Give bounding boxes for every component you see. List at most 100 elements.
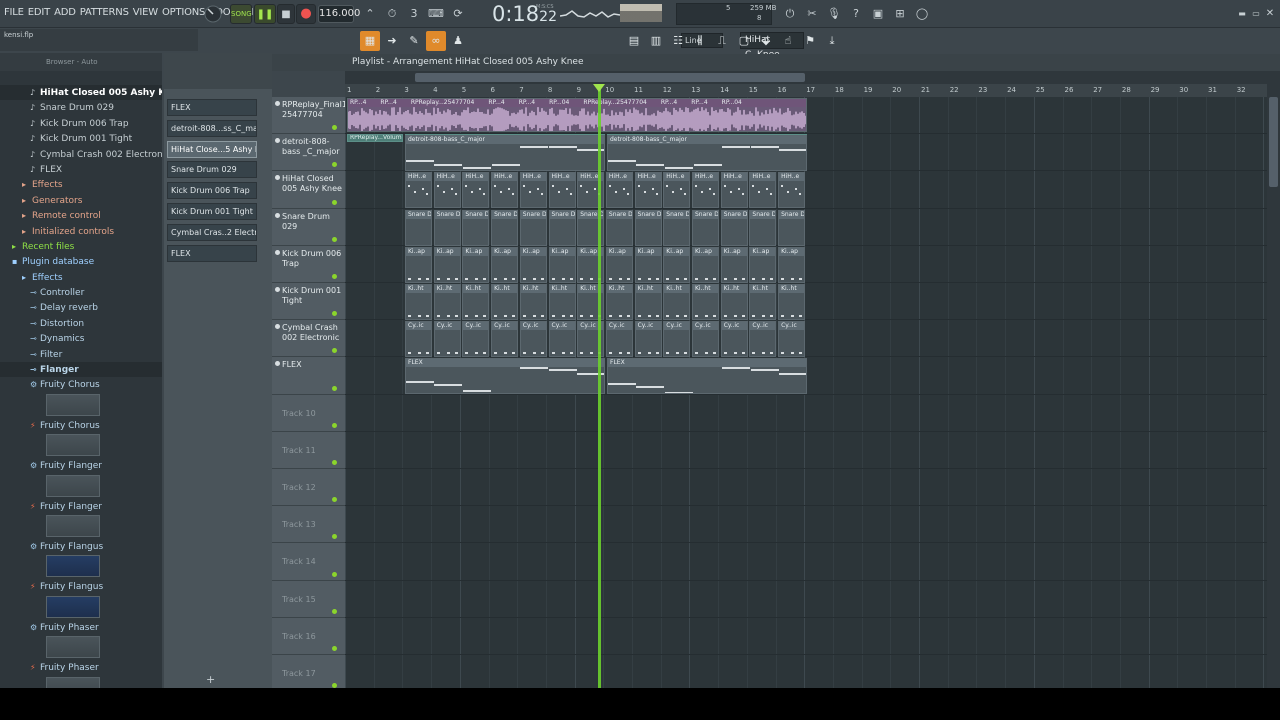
arrow-icon[interactable]: ➜: [382, 31, 402, 51]
track-row[interactable]: [345, 506, 1267, 544]
browser-item[interactable]: ▸ Recent files: [0, 239, 162, 254]
track-mute-led[interactable]: [332, 348, 337, 354]
browser-item[interactable]: ♪ HiHat Closed 005 Ashy Knee: [0, 85, 162, 101]
metronome-icon[interactable]: ⌃: [360, 4, 380, 24]
track-mute-led[interactable]: [332, 422, 337, 428]
pattern-clip[interactable]: HiH..e: [720, 172, 748, 209]
chat-icon[interactable]: ◯: [912, 4, 932, 24]
link-icon[interactable]: ∞: [426, 31, 446, 51]
pattern-clip[interactable]: detroit-808-bass_C_major: [405, 135, 605, 172]
minimize-icon[interactable]: ▬: [1236, 4, 1248, 24]
horizontal-scroller[interactable]: [345, 71, 1267, 84]
track-row[interactable]: [345, 469, 1267, 507]
vertical-scroller[interactable]: [1267, 71, 1280, 688]
fx-icon[interactable]: ⚑: [800, 31, 820, 51]
browser-item[interactable]: ⊸ Delay reverb: [0, 300, 162, 315]
pattern-clip[interactable]: Ki..ap: [405, 246, 432, 283]
track-mute-led[interactable]: [332, 199, 337, 205]
menu-edit[interactable]: EDIT: [28, 7, 50, 18]
track-row[interactable]: [345, 543, 1267, 581]
menu-add[interactable]: ADD: [54, 7, 76, 18]
pattern-clip[interactable]: HiH..e: [692, 172, 719, 209]
play-button[interactable]: ❚❚: [254, 4, 276, 24]
picker-add-icon[interactable]: +: [206, 673, 215, 686]
track-header[interactable]: Track 13: [272, 506, 345, 544]
pattern-clip[interactable]: Ki..ap: [692, 246, 719, 283]
playhead-marker[interactable]: [593, 84, 605, 92]
step-edit-icon[interactable]: ⌨: [426, 4, 446, 24]
track-header[interactable]: Kick Drum 006 Trap: [272, 246, 345, 283]
track-header[interactable]: HiHat Closed 005 Ashy Knee: [272, 171, 345, 209]
pattern-clip[interactable]: Cy..ic: [692, 321, 719, 358]
browser-item[interactable]: ▸ Generators: [0, 193, 162, 208]
tempo-display[interactable]: 116.000: [318, 5, 360, 23]
track-mute-led[interactable]: [332, 534, 337, 540]
wait-record-icon[interactable]: ⏱: [382, 4, 402, 24]
pattern-clip[interactable]: FLEX: [405, 358, 605, 395]
pattern-clip[interactable]: Ki..ht: [749, 284, 777, 320]
browser-item[interactable]: ♪ FLEX: [0, 162, 162, 177]
browser-item[interactable]: ▪ Plugin database: [0, 254, 162, 269]
piano-roll-icon[interactable]: ▥: [646, 31, 666, 51]
pattern-clip[interactable]: Ki..ht: [491, 284, 519, 320]
pattern-clip[interactable]: Cy..ic: [519, 321, 547, 358]
pattern-clip[interactable]: HiH..e: [548, 172, 576, 209]
pattern-clip[interactable]: Cy..ic: [663, 321, 691, 358]
pattern-clip[interactable]: Ki..ap: [491, 246, 519, 283]
pattern-clip[interactable]: Ki..ap: [749, 246, 777, 283]
pattern-clip[interactable]: Cy..ic: [749, 321, 777, 358]
track-header[interactable]: Track 17: [272, 655, 345, 688]
mixer-view-icon[interactable]: ⫼: [690, 31, 710, 51]
pattern-clip[interactable]: Ki..ht: [605, 284, 633, 320]
pattern-clip[interactable]: Cy..ic: [548, 321, 576, 358]
pattern-clip[interactable]: Snare Drum 029: [462, 209, 490, 246]
track-mute-led[interactable]: [332, 459, 337, 465]
pattern-clip[interactable]: HiH..e: [749, 172, 777, 209]
track-header[interactable]: Cymbal Crash 002 Electronic: [272, 320, 345, 358]
menu-file[interactable]: FILE: [4, 7, 24, 18]
pattern-clip[interactable]: Ki..ht: [634, 284, 662, 320]
pattern-clip[interactable]: Cy..ic: [605, 321, 633, 358]
pattern-clip[interactable]: Ki..ap: [778, 246, 806, 283]
plugin-thumbnail[interactable]: [46, 636, 100, 659]
plugin-icon[interactable]: ⎍: [712, 31, 732, 51]
microphone-icon[interactable]: 🎙: [824, 4, 844, 24]
menu-view[interactable]: VIEW: [133, 7, 158, 18]
pattern-clip[interactable]: Ki..ap: [663, 246, 691, 283]
plugin-preset[interactable]: ⚡ Fruity Flanger: [0, 499, 162, 514]
pattern-clip[interactable]: HiH..e: [519, 172, 547, 209]
plugin-thumbnail[interactable]: [46, 393, 100, 416]
pattern-clip[interactable]: HiH..e: [405, 172, 432, 209]
picker-item[interactable]: detroit-808...ss_C_major: [167, 119, 257, 137]
track-row[interactable]: [345, 618, 1267, 655]
menu-options[interactable]: OPTIONS: [162, 7, 205, 18]
pattern-clip[interactable]: Cy..ic: [433, 321, 461, 358]
browser-item[interactable]: ⊸ Filter: [0, 347, 162, 362]
pattern-clip[interactable]: Ki..ht: [433, 284, 461, 320]
help-icon[interactable]: ?: [846, 4, 866, 24]
pattern-clip[interactable]: Ki..ap: [433, 246, 461, 283]
pattern-clip[interactable]: Cy..ic: [491, 321, 519, 358]
plugin-thumbnail[interactable]: [46, 474, 100, 497]
browser-item[interactable]: ⊸ Flanger: [0, 362, 162, 378]
plugin-preset[interactable]: ⚡ Fruity Phaser: [0, 660, 162, 675]
render-icon[interactable]: ⤓: [822, 31, 842, 51]
vertical-scroll-thumb[interactable]: [1269, 97, 1278, 187]
browser-icon[interactable]: ▢: [734, 31, 754, 51]
track-mute-led[interactable]: [332, 273, 337, 279]
track-mute-led[interactable]: [332, 162, 337, 168]
picker-item[interactable]: Kick Drum 006 Trap: [167, 182, 257, 200]
picker-item[interactable]: Snare Drum 029: [167, 161, 257, 179]
browser-item[interactable]: ♪ Kick Drum 001 Tight: [0, 131, 162, 146]
picker-item[interactable]: HiHat Close...5 Ashy Knee: [167, 140, 257, 158]
plugin-picker-icon[interactable]: ⬙: [756, 31, 776, 51]
pattern-clip[interactable]: Snare Drum 029: [778, 209, 806, 246]
pattern-clip[interactable]: Snare Drum 029: [749, 209, 777, 246]
power-icon[interactable]: ⏻: [780, 4, 800, 24]
pattern-clip[interactable]: HiH..e: [634, 172, 662, 209]
arrangement-grid[interactable]: RP...4 RP...4 RPReplay...25477704 RP...4 RP.…: [345, 97, 1267, 688]
channel-rack-icon[interactable]: ☷: [668, 31, 688, 51]
track-header[interactable]: Track 14: [272, 543, 345, 581]
pattern-clip[interactable]: Ki..ht: [720, 284, 748, 320]
pattern-clip[interactable]: Ki..ap: [605, 246, 633, 283]
